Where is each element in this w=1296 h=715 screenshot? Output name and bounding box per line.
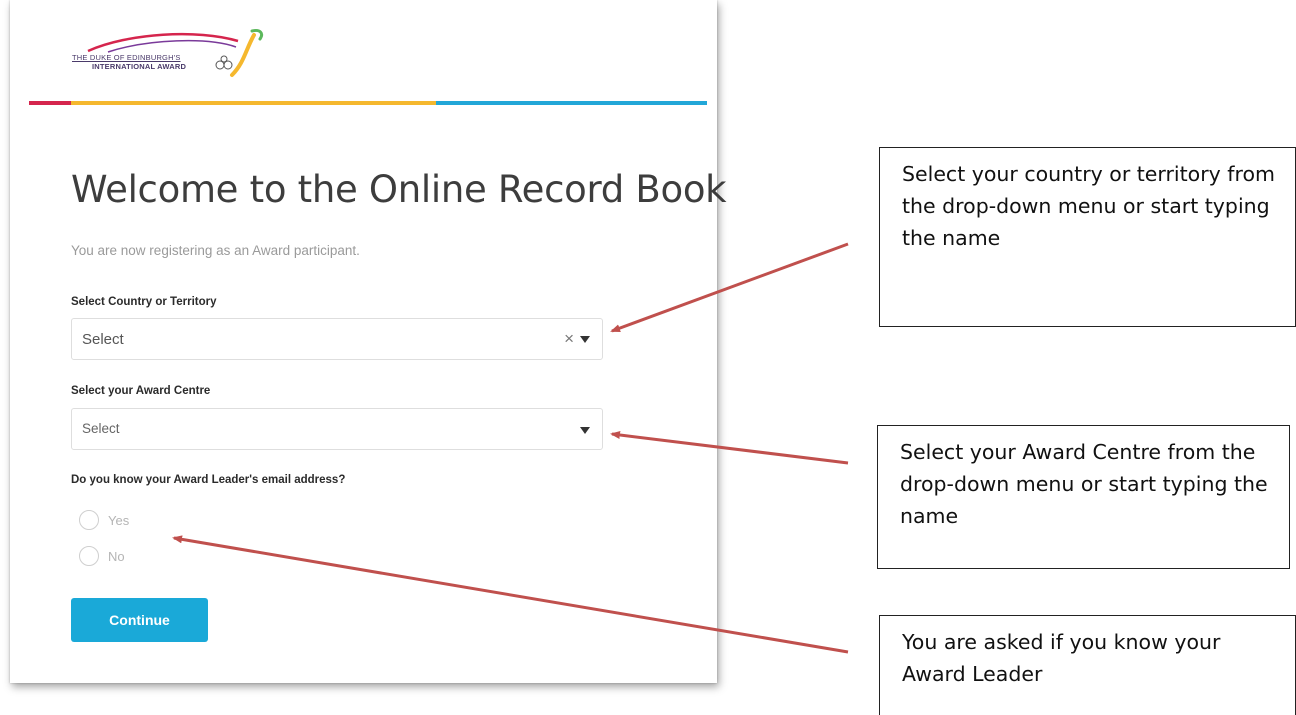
callout-award-centre: Select your Award Centre from the drop-d… <box>877 425 1290 569</box>
callout-award-centre-text: Select your Award Centre from the drop-d… <box>900 440 1268 528</box>
annotation-arrows <box>172 242 849 654</box>
arrow-to-leader-radios <box>172 535 849 654</box>
arrow-to-award-centre-select <box>610 431 849 465</box>
callout-award-leader-text: You are asked if you know your Award Lea… <box>902 630 1221 686</box>
callout-award-leader: You are asked if you know your Award Lea… <box>879 615 1296 715</box>
callout-country: Select your country or territory from th… <box>879 147 1296 327</box>
arrow-to-country-select <box>610 242 849 333</box>
callout-country-text: Select your country or territory from th… <box>902 162 1275 250</box>
